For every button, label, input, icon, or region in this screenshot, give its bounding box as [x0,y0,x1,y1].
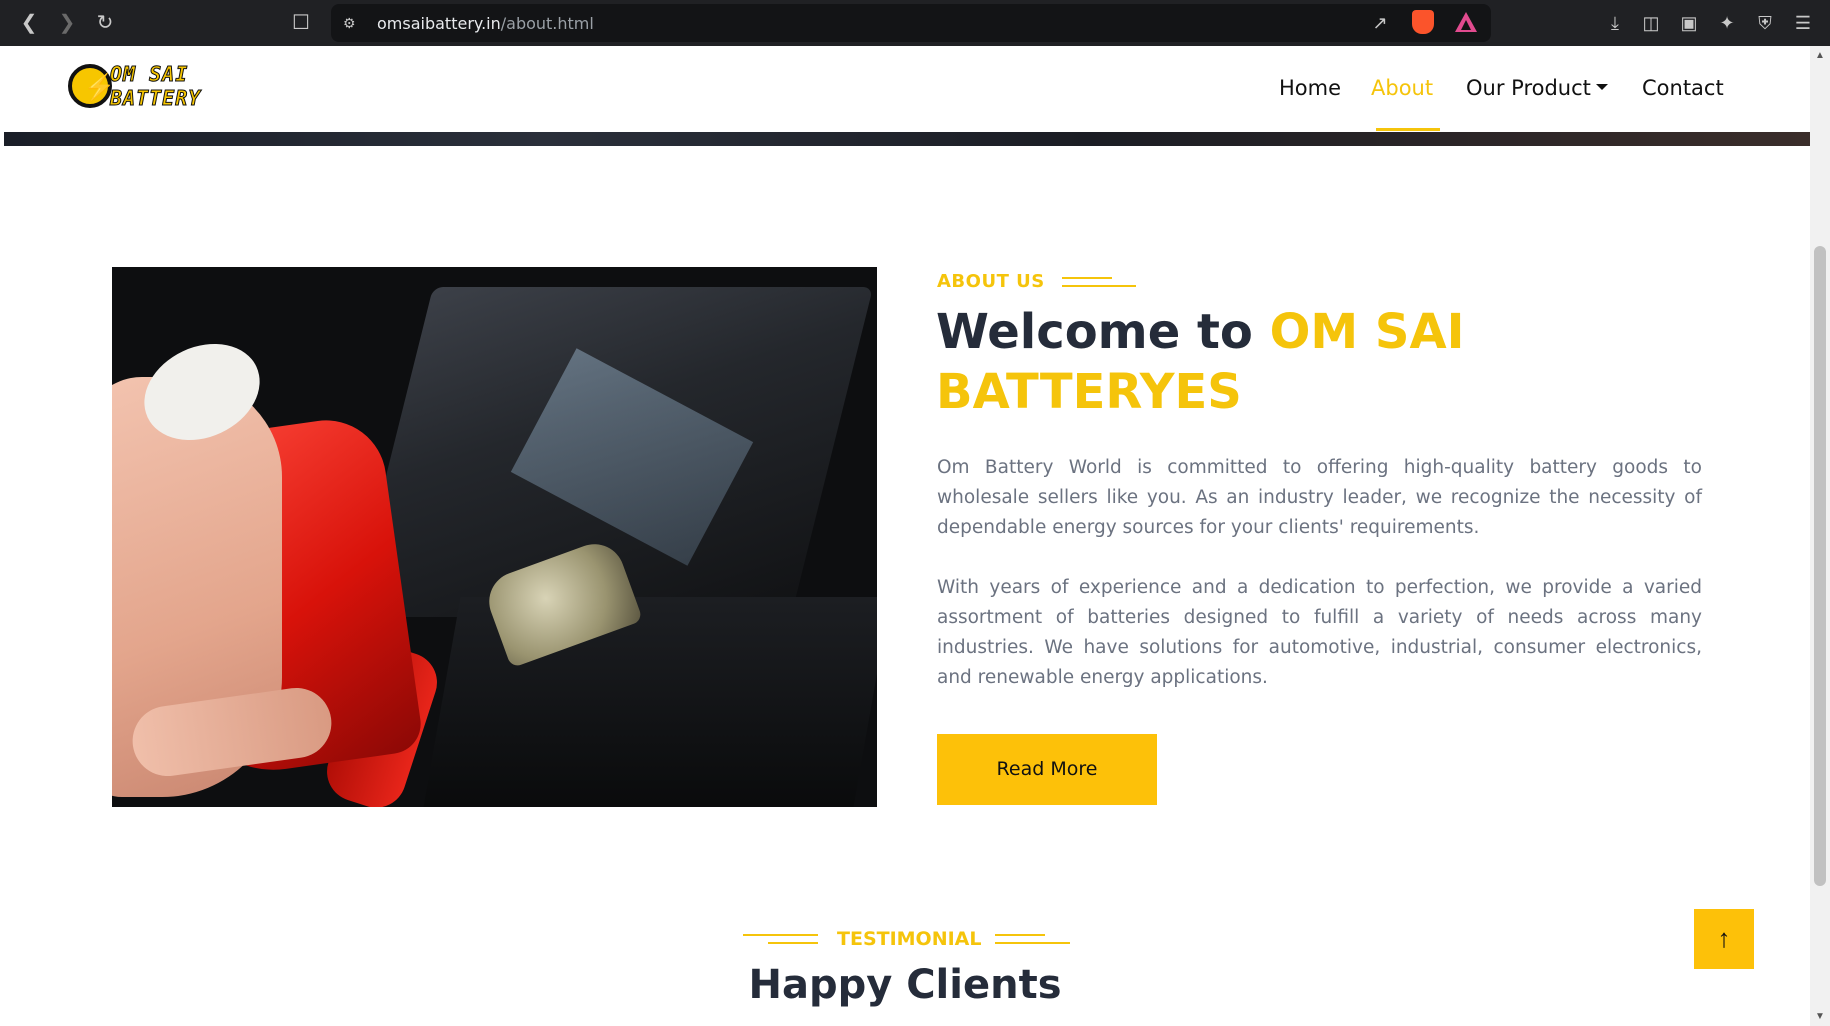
caret-down-icon [1595,84,1608,90]
lightning-bolt-icon: ⚡ [68,64,115,108]
nav-about[interactable]: About [1371,76,1433,100]
testimonial-heading: Happy Clients [748,962,1062,1008]
testimonial-line-right [995,942,1070,944]
scrollbar-thumb[interactable] [1814,246,1826,886]
scroll-up-icon[interactable]: ▲ [1815,50,1825,61]
active-nav-indicator [1376,128,1440,131]
web-page: ⚡ OM SAI BATTERY Home About Our Product … [0,46,1810,1026]
site-logo[interactable]: ⚡ OM SAI BATTERY [64,60,214,116]
about-paragraph-1: Om Battery World is committed to offerin… [937,457,1702,538]
url-text[interactable]: omsaibattery.in/about.html [377,14,594,33]
about-heading-prefix: Welcome to [936,304,1270,360]
browser-toolbar: ❮ ❯ ↻ ☐ ⚙ omsaibattery.in/about.html ↗ ⤓… [0,0,1830,46]
hero-banner-edge [4,132,1810,146]
nav-home[interactable]: Home [1279,76,1341,100]
brave-rewards-icon[interactable] [1455,12,1477,32]
testimonial-line-left [768,942,818,944]
download-icon[interactable]: ⤓ [1602,10,1628,36]
vpn-shield-icon[interactable]: ⛨ [1752,10,1778,36]
eyebrow-line [1062,277,1112,279]
site-info-icon[interactable]: ⚙ [343,13,363,33]
page-scrollbar[interactable]: ▲ ▼ [1810,46,1830,1026]
read-more-button[interactable]: Read More [937,734,1157,805]
testimonial-line-left [743,934,818,936]
forward-icon[interactable]: ❯ [52,8,82,38]
bookmark-icon[interactable]: ☐ [286,8,316,38]
wallet-icon[interactable]: ▣ [1676,10,1702,36]
address-bar[interactable]: ⚙ omsaibattery.in/about.html ↗ [331,4,1491,42]
nav-our-product-label: Our Product [1466,76,1591,100]
car-battery-image [112,267,877,807]
about-eyebrow: ABOUT US [937,271,1045,292]
back-to-top-button[interactable]: ↑ [1694,909,1754,969]
leo-ai-icon[interactable]: ✦ [1714,10,1740,36]
about-paragraph-2: With years of experience and a dedicatio… [937,577,1702,688]
eyebrow-line [1062,285,1136,287]
about-heading: Welcome to OM SAI BATTERYES [936,302,1696,422]
arrow-up-icon: ↑ [1717,923,1731,953]
reload-icon[interactable]: ↻ [90,8,120,38]
logo-text-line2: BATTERY [109,86,202,111]
menu-icon[interactable]: ☰ [1790,10,1816,36]
sidebar-icon[interactable]: ◫ [1638,10,1664,36]
scroll-down-icon[interactable]: ▼ [1815,1011,1825,1022]
nav-contact[interactable]: Contact [1642,76,1724,100]
logo-text-line1: OM SAI [109,62,189,87]
share-icon[interactable]: ↗ [1367,10,1393,36]
testimonial-eyebrow: TESTIMONIAL [837,928,982,950]
nav-our-product[interactable]: Our Product [1466,76,1608,100]
site-header: ⚡ OM SAI BATTERY Home About Our Product … [4,46,1810,132]
testimonial-line-right [995,934,1045,936]
brave-shields-icon[interactable] [1412,10,1434,34]
back-icon[interactable]: ❮ [14,8,44,38]
